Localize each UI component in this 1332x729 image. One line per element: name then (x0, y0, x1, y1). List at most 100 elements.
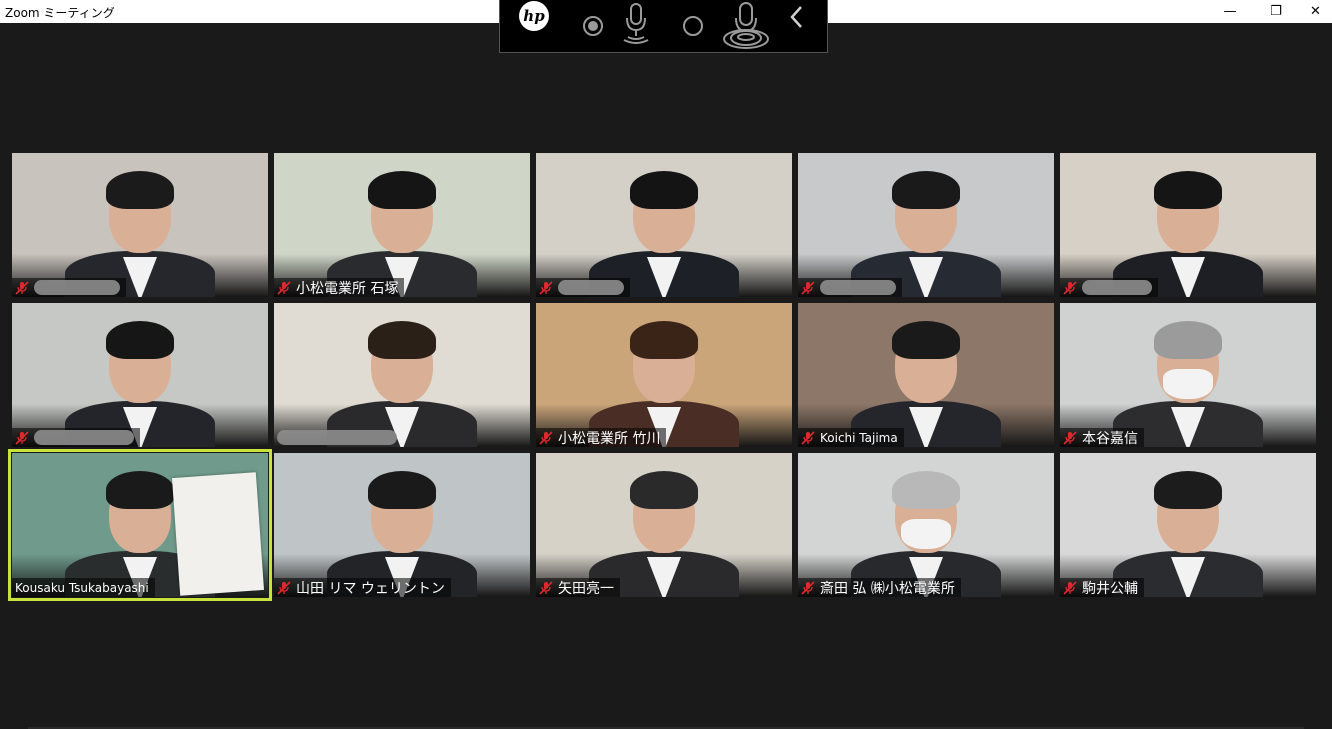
video-feed (1060, 153, 1316, 297)
minimize-icon: — (1223, 4, 1237, 19)
participant-hair (106, 471, 174, 509)
video-feed (274, 453, 530, 597)
participant-video-tile[interactable] (274, 303, 530, 447)
video-feed (798, 453, 1054, 597)
close-button[interactable]: ✕ (1299, 0, 1332, 23)
mic-muted-icon (801, 580, 815, 595)
participant-name-plate (798, 278, 902, 297)
video-feed (798, 153, 1054, 297)
video-feed (536, 153, 792, 297)
participant-video-tile[interactable]: 本谷嘉信 (1060, 303, 1316, 447)
participant-name-plate: Koichi Tajima (798, 428, 904, 447)
participant-name-redacted (34, 280, 120, 295)
hp-logo: hp (519, 1, 549, 31)
participant-video-tile[interactable]: 小松電業所 竹川 (536, 303, 792, 447)
participant-name: 駒井公輔 (1082, 580, 1138, 597)
participant-hair (892, 171, 960, 209)
mic-muted-icon (1063, 580, 1077, 595)
mic-muted-icon (539, 280, 553, 295)
hp-logo-text: hp (523, 7, 545, 25)
participant-name: 本谷嘉信 (1082, 430, 1138, 447)
mic-muted-icon (1063, 280, 1077, 295)
participant-hair (106, 321, 174, 359)
participant-video-tile[interactable]: Kousaku Tsukabayashi (8, 449, 272, 601)
certificate-document (171, 472, 265, 596)
participant-name-redacted (820, 280, 896, 295)
participant-video-tile[interactable] (12, 153, 268, 297)
participant-video-tile[interactable]: Koichi Tajima (798, 303, 1054, 447)
window-title: Zoom ミーティング (5, 6, 115, 20)
participant-video-tile[interactable]: 小松電業所 石塚 (274, 153, 530, 297)
participant-name-plate (274, 428, 403, 447)
participant-hair (368, 171, 436, 209)
participant-hair (106, 171, 174, 209)
participant-video-tile[interactable]: 斎田 弘 ㈱小松電業所 (798, 453, 1054, 597)
participant-name-redacted (558, 280, 624, 295)
participant-video-tile[interactable] (536, 153, 792, 297)
participant-hair (1154, 171, 1222, 209)
close-icon: ✕ (1310, 4, 1321, 19)
mic-muted-icon (539, 430, 553, 445)
participant-name: 小松電業所 石塚 (296, 280, 399, 297)
participant-name-redacted (277, 430, 397, 445)
participant-hair (1154, 321, 1222, 359)
video-feed (1060, 303, 1316, 447)
mic-muted-icon (539, 580, 553, 595)
participant-name-plate (12, 428, 140, 447)
maximize-icon: ❐ (1270, 4, 1282, 19)
mic-muted-icon (801, 430, 815, 445)
maximize-button[interactable]: ❐ (1253, 0, 1299, 23)
participant-name: 矢田亮一 (558, 580, 614, 597)
participant-name-redacted (34, 430, 134, 445)
participant-hair (1154, 471, 1222, 509)
participant-name-plate: 小松電業所 石塚 (274, 278, 405, 297)
participant-video-tile[interactable] (798, 153, 1054, 297)
video-feed (798, 303, 1054, 447)
circle-icon[interactable] (682, 15, 704, 37)
video-feed (536, 453, 792, 597)
participant-name: 山田 リマ ウェリントン (296, 580, 445, 597)
minimize-button[interactable]: — (1207, 0, 1253, 23)
video-feed (1060, 453, 1316, 597)
participant-hair (630, 171, 698, 209)
participant-name-plate (1060, 278, 1158, 297)
mic-muted-icon (277, 280, 291, 295)
participant-name: 小松電業所 竹川 (558, 430, 661, 447)
mic-muted-icon (15, 280, 29, 295)
mic-muted-icon (15, 430, 29, 445)
participant-video-tile[interactable] (1060, 153, 1316, 297)
participant-name-plate: 斎田 弘 ㈱小松電業所 (798, 578, 961, 597)
mic-muted-icon (1063, 430, 1077, 445)
chevron-left-icon[interactable] (787, 4, 807, 30)
participant-hair (892, 321, 960, 359)
video-feed (12, 453, 268, 597)
hp-camera-toolbar: hp (499, 0, 828, 53)
mic-muted-icon (277, 580, 291, 595)
participant-video-tile[interactable]: 山田 リマ ウェリントン (274, 453, 530, 597)
participant-video-tile[interactable] (12, 303, 268, 447)
participant-name-plate: 小松電業所 竹川 (536, 428, 667, 447)
video-feed (274, 153, 530, 297)
participant-video-tile[interactable]: 駒井公輔 (1060, 453, 1316, 597)
participant-name-plate: 山田 リマ ウェリントン (274, 578, 451, 597)
participant-video-tile[interactable]: 矢田亮一 (536, 453, 792, 597)
participant-name: Kousaku Tsukabayashi (15, 580, 149, 595)
participant-name: 斎田 弘 ㈱小松電業所 (820, 580, 955, 597)
face-mask (1163, 369, 1213, 399)
participant-name: Koichi Tajima (820, 430, 898, 445)
participant-name-plate: 本谷嘉信 (1060, 428, 1144, 447)
participant-hair (368, 321, 436, 359)
record-dot-icon[interactable] (582, 15, 604, 37)
video-feed (536, 303, 792, 447)
video-feed (12, 153, 268, 297)
participant-hair (892, 471, 960, 509)
face-mask (901, 519, 951, 549)
participant-name-redacted (1082, 280, 1152, 295)
participant-name-plate (12, 278, 126, 297)
participant-name-plate: Kousaku Tsukabayashi (12, 578, 155, 597)
mic-muted-icon (801, 280, 815, 295)
microphone-icon[interactable] (618, 2, 654, 46)
participant-hair (630, 321, 698, 359)
video-feed (12, 303, 268, 447)
microphone-broadcast-icon[interactable] (722, 1, 770, 49)
